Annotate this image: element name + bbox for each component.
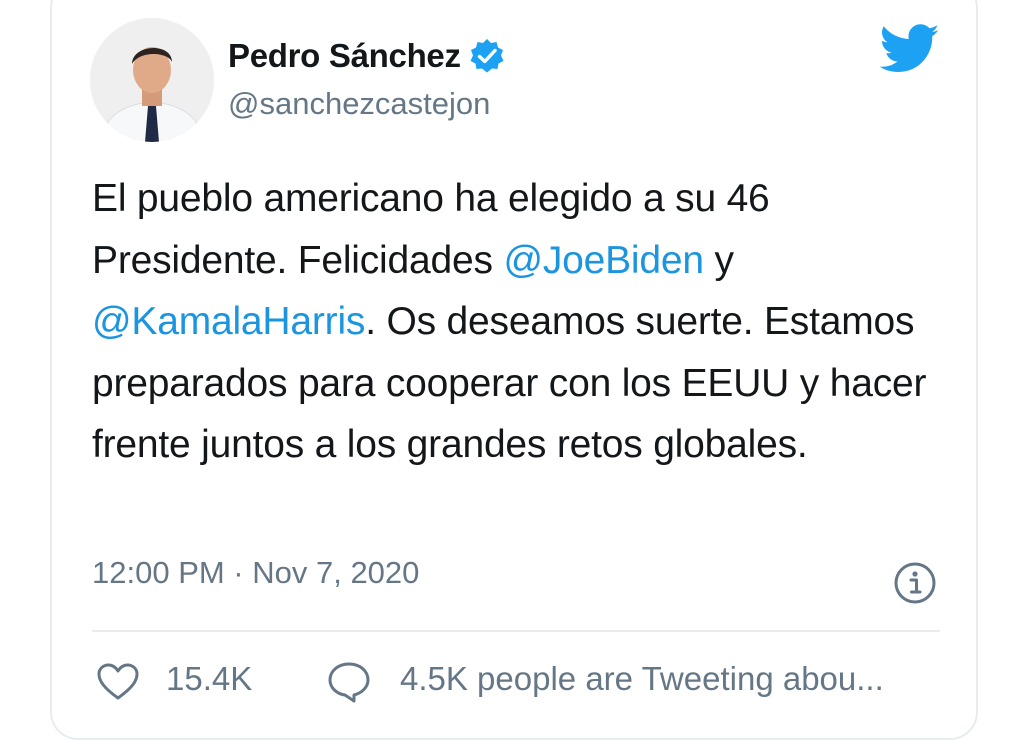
mention-kamalaharris[interactable]: @KamalaHarris [92,300,365,343]
heart-icon[interactable] [96,662,140,702]
divider [92,630,940,632]
tweeting-count-link[interactable]: 4.5K people are Tweeting abou... [400,660,884,698]
speech-bubble-icon[interactable] [326,660,372,704]
tweet-text: El pueblo americano ha elegido a su 46 P… [92,168,952,476]
avatar-image [90,18,214,142]
twitter-bird-icon[interactable] [879,24,940,74]
mention-joebiden[interactable]: @JoeBiden [503,239,704,282]
author-name[interactable]: Pedro Sánchez [228,37,461,75]
info-icon[interactable] [892,560,938,606]
tweet-text-segment: y [703,238,734,282]
verified-badge-icon [469,38,505,74]
like-count[interactable]: 15.4K [166,660,252,698]
author-handle[interactable]: @sanchezcastejon [228,86,490,122]
tweet-timestamp[interactable]: 12:00 PM · Nov 7, 2020 [92,555,419,591]
avatar[interactable] [90,18,214,142]
author-row[interactable]: Pedro Sánchez [228,36,505,76]
